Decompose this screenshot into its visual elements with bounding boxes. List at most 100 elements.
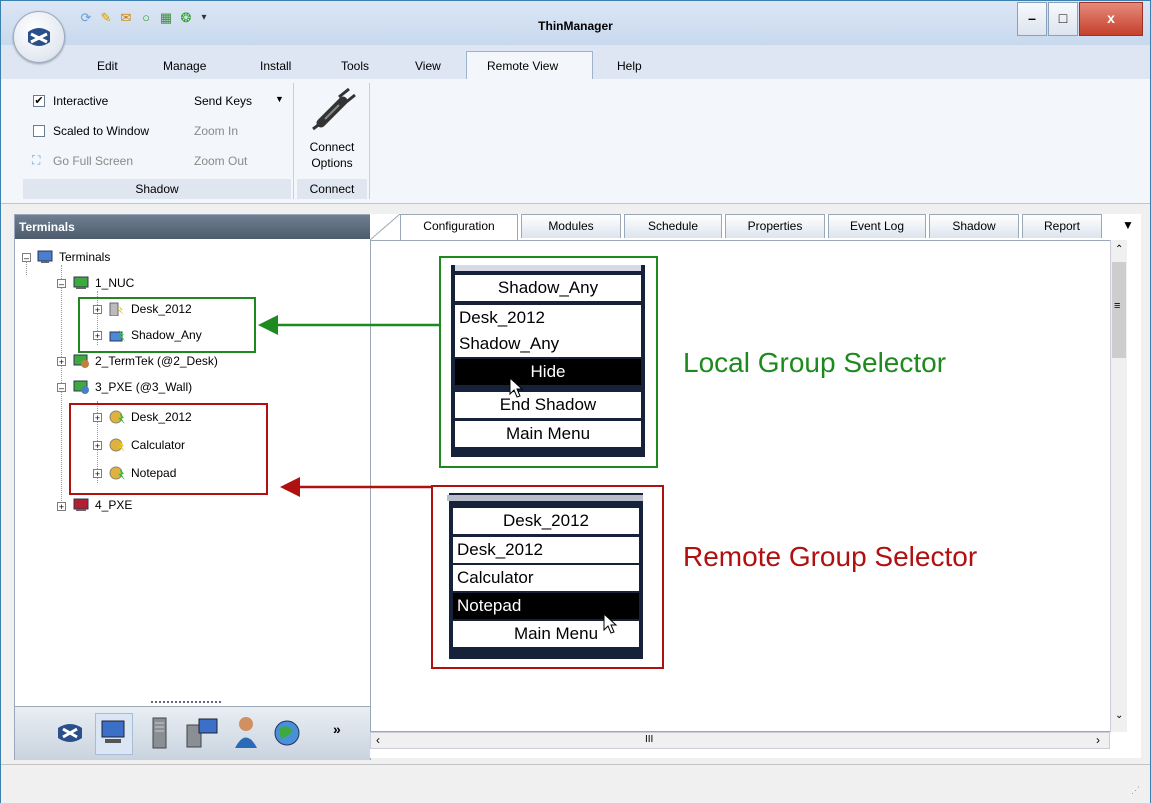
go-fullscreen-button[interactable]: Go Full Screen xyxy=(53,154,133,168)
fullscreen-icon: ⛶ xyxy=(32,153,41,167)
pencil-icon[interactable]: ✎ xyxy=(99,11,113,25)
green-arrowhead-icon xyxy=(258,315,278,335)
menu-view[interactable]: View xyxy=(415,59,441,73)
more-tabs-button[interactable]: » xyxy=(333,721,341,737)
local-menu-title: Shadow_Any xyxy=(455,275,641,301)
thinmanager-tab-icon[interactable] xyxy=(55,720,85,746)
status-bar: ⋰ xyxy=(1,764,1150,803)
tree-item-terminals[interactable]: Terminals xyxy=(59,250,110,264)
remote-tree-highlight xyxy=(69,403,268,495)
tab-modules[interactable]: Modules xyxy=(521,214,621,238)
terminals-tab-icon[interactable] xyxy=(100,720,128,746)
collapse-toggle[interactable]: – xyxy=(22,253,31,263)
app-menu-button[interactable] xyxy=(13,11,65,63)
collapse-toggle[interactable]: – xyxy=(57,279,66,289)
title-bar: ThinManager ⟳ ✎ ✉ ○ ▦ ❂ ▾ – □ x xyxy=(1,1,1150,45)
tab-overflow-icon[interactable]: ▼ xyxy=(1122,218,1134,232)
vscroll-thumb[interactable]: ≡ xyxy=(1112,262,1126,358)
resize-grip-icon[interactable]: ⋰ xyxy=(1131,785,1140,796)
mail-icon[interactable]: ✉ xyxy=(119,11,133,25)
vertical-scrollbar[interactable]: ⌃ ≡ ⌄ xyxy=(1110,240,1127,732)
circle-icon[interactable]: ○ xyxy=(139,11,153,25)
scroll-right-icon[interactable]: › xyxy=(1096,733,1100,747)
refresh-icon[interactable]: ⟳ xyxy=(79,11,93,25)
tree-item-4-pxe[interactable]: 4_PXE xyxy=(95,498,132,512)
plug-icon xyxy=(312,87,356,131)
local-menu-item-main-menu[interactable]: Main Menu xyxy=(455,421,641,447)
horizontal-scrollbar[interactable]: ‹ III › xyxy=(370,732,1110,749)
expand-toggle[interactable]: + xyxy=(57,357,66,367)
pane-switcher-bar: » xyxy=(15,701,370,760)
tab-configuration[interactable]: Configuration xyxy=(400,214,518,240)
network-icon[interactable]: ▦ xyxy=(159,11,173,25)
tab-shadow[interactable]: Shadow xyxy=(929,214,1019,238)
local-group-menu: Shadow_Any Desk_2012 Shadow_Any Hide End… xyxy=(451,265,645,457)
zoom-in-button[interactable]: Zoom In xyxy=(194,124,238,138)
shadow-group-label: Shadow xyxy=(23,179,291,199)
mouse-cursor-icon xyxy=(603,613,618,634)
local-menu-item-hide[interactable]: Hide xyxy=(455,359,641,385)
server-tab-icon[interactable] xyxy=(150,717,170,749)
group-divider xyxy=(293,83,294,199)
menu-tools[interactable]: Tools xyxy=(341,59,369,73)
remote-menu-item-calculator[interactable]: Calculator xyxy=(453,565,639,591)
local-menu-item-desk-2012[interactable]: Desk_2012 xyxy=(455,305,641,331)
tree-item-3-pxe[interactable]: 3_PXE (@3_Wall) xyxy=(95,380,192,394)
menu-edit[interactable]: Edit xyxy=(97,59,118,73)
expand-toggle[interactable]: + xyxy=(57,502,66,512)
globe-icon[interactable]: ❂ xyxy=(179,11,193,25)
hscroll-thumb[interactable]: III xyxy=(645,734,653,745)
mouse-cursor-icon xyxy=(509,377,524,398)
group-divider xyxy=(369,83,370,199)
menu-manage[interactable]: Manage xyxy=(163,59,206,73)
send-keys-button[interactable]: Send Keys xyxy=(194,94,252,108)
scroll-left-icon[interactable]: ‹ xyxy=(376,733,380,747)
tree-item-2-termtek[interactable]: 2_TermTek (@2_Desk) xyxy=(95,354,218,368)
ribbon: ✔ Interactive Scaled to Window ⛶ Go Full… xyxy=(1,79,1150,204)
tab-schedule[interactable]: Schedule xyxy=(624,214,722,238)
splitter-grip[interactable] xyxy=(151,701,221,707)
menu-help[interactable]: Help xyxy=(617,59,642,73)
tab-report[interactable]: Report xyxy=(1022,214,1102,238)
thinmanager-logo-icon xyxy=(28,28,50,46)
chevron-down-icon[interactable]: ▼ xyxy=(275,94,284,104)
local-menu-item-shadow-any[interactable]: Shadow_Any xyxy=(455,331,641,357)
local-menu-item-end-shadow[interactable]: End Shadow xyxy=(455,392,641,418)
users-tab-icon[interactable] xyxy=(233,715,259,749)
interactive-label[interactable]: Interactive xyxy=(53,94,108,108)
terminal-user-icon xyxy=(73,354,89,368)
remote-menu-title: Desk_2012 xyxy=(453,508,639,534)
menu-install[interactable]: Install xyxy=(260,59,291,73)
tab-properties[interactable]: Properties xyxy=(725,214,825,238)
interactive-checkbox[interactable]: ✔ xyxy=(33,95,45,107)
remote-selector-label: Remote Group Selector xyxy=(683,541,978,572)
terminal-user-icon xyxy=(73,380,89,394)
zoom-out-button[interactable]: Zoom Out xyxy=(194,154,247,168)
remote-menu-item-desk-2012[interactable]: Desk_2012 xyxy=(453,537,639,563)
network-tab-icon[interactable] xyxy=(273,719,301,747)
red-arrowhead-icon xyxy=(280,477,300,497)
scroll-down-icon[interactable]: ⌄ xyxy=(1115,710,1123,721)
close-button[interactable]: x xyxy=(1079,2,1143,36)
scroll-up-icon[interactable]: ⌃ xyxy=(1115,244,1123,255)
scaled-checkbox[interactable] xyxy=(33,125,45,137)
connect-group-label: Connect xyxy=(297,179,367,199)
tree-item-1-nuc[interactable]: 1_NUC xyxy=(95,276,134,290)
connect-label-2: Options xyxy=(311,156,353,170)
display-client-tab-icon[interactable] xyxy=(185,717,219,749)
maximize-button[interactable]: □ xyxy=(1048,2,1078,36)
scaled-label[interactable]: Scaled to Window xyxy=(53,124,149,138)
connect-options-button[interactable]: Connect Options xyxy=(299,85,365,177)
app-window: ThinManager ⟳ ✎ ✉ ○ ▦ ❂ ▾ – □ x Edit Man… xyxy=(0,0,1151,803)
terminal-green-icon xyxy=(73,276,89,289)
collapse-toggle[interactable]: – xyxy=(57,383,66,393)
customize-dropdown-icon[interactable]: ▾ xyxy=(197,11,211,25)
tab-event-log[interactable]: Event Log xyxy=(828,214,926,238)
connect-label-1: Connect xyxy=(309,140,355,154)
local-selector-label: Local Group Selector xyxy=(683,347,947,378)
minimize-button[interactable]: – xyxy=(1017,2,1047,36)
menu-bar: Edit Manage Install Tools View Remote Vi… xyxy=(1,45,1150,80)
pane-title: Terminals xyxy=(15,215,370,239)
terminal-root-icon xyxy=(37,250,53,263)
menu-remote-view[interactable]: Remote View xyxy=(487,59,558,73)
